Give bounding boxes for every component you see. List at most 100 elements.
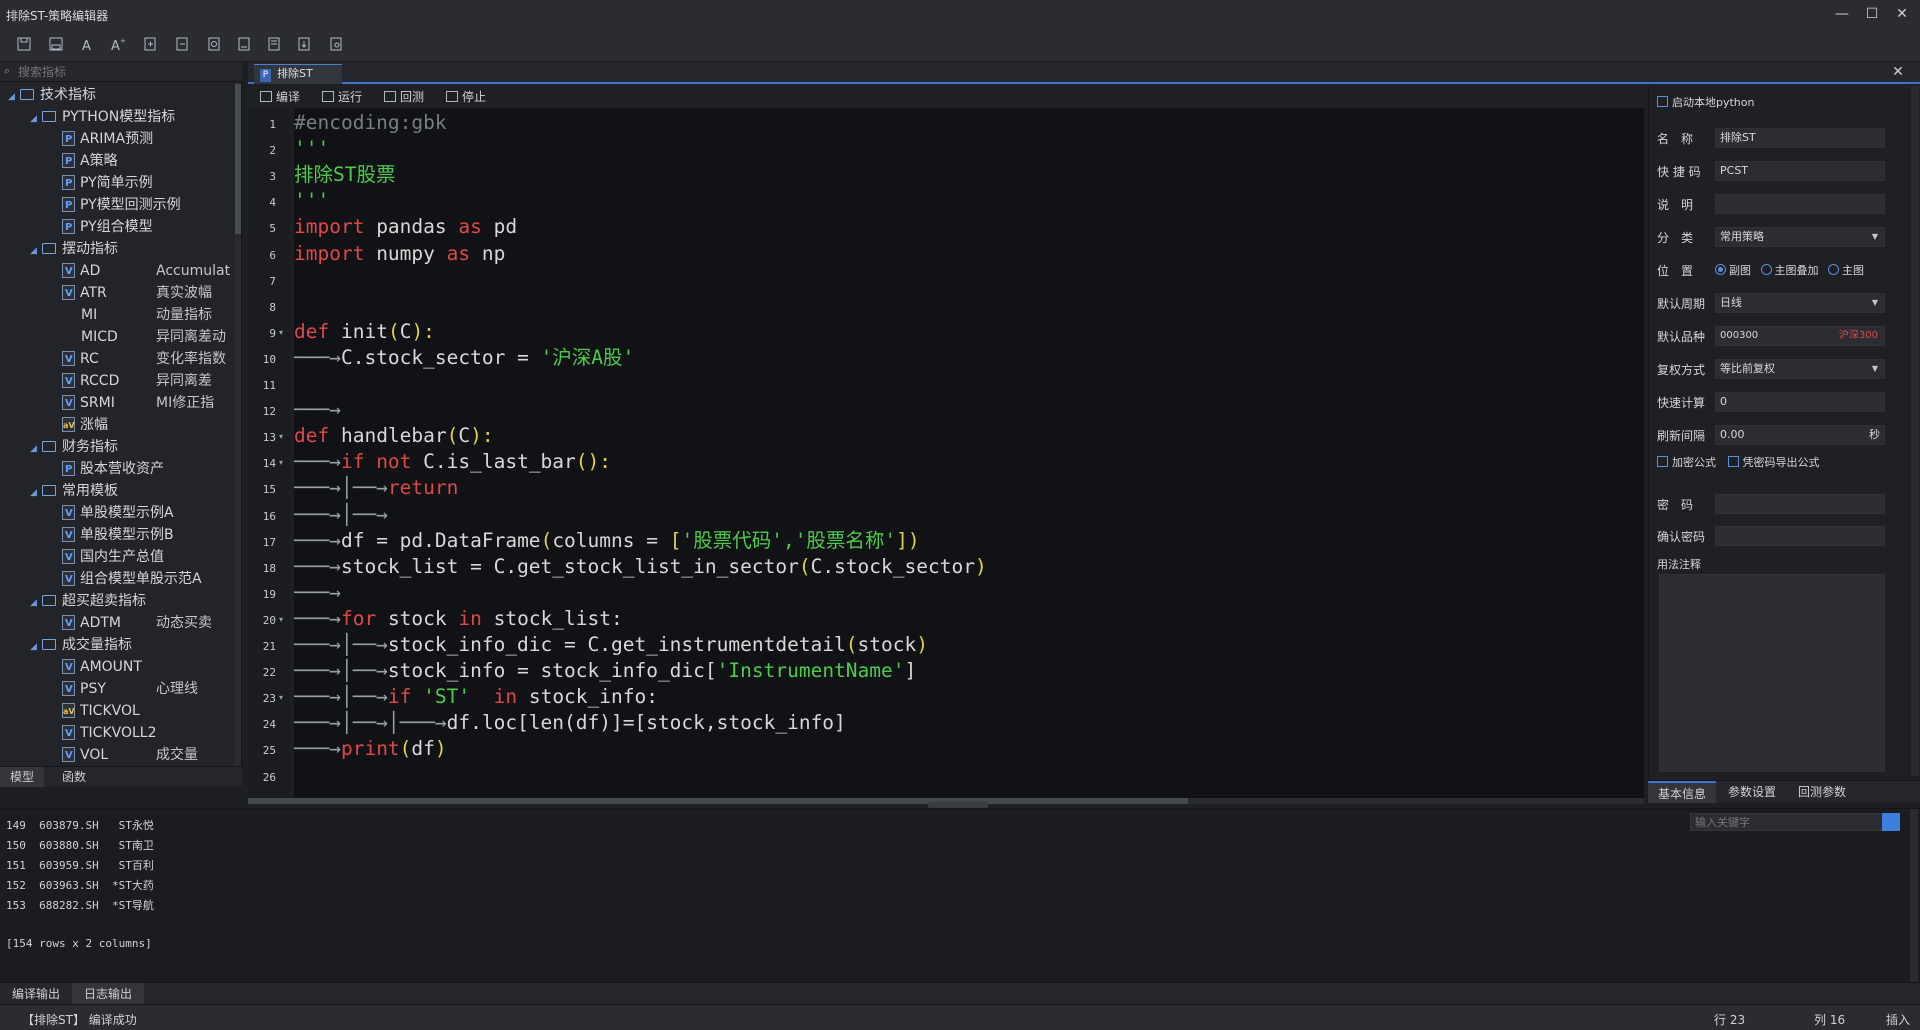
tree-item[interactable]: P PY组合模型: [62, 216, 153, 238]
name-field[interactable]: 排除ST: [1715, 128, 1885, 148]
save-icon[interactable]: [14, 36, 34, 54]
encrypt-checkbox[interactable]: [1657, 456, 1668, 467]
code-line[interactable]: ───→df = pd.DataFrame(columns = ['股票代码',…: [294, 528, 920, 554]
tree-folder[interactable]: ◢ 超买超卖指标: [30, 590, 146, 612]
tree-item[interactable]: MICD: [62, 326, 118, 348]
password-field[interactable]: [1715, 494, 1885, 514]
code-line[interactable]: ───→: [294, 580, 341, 606]
adjust-select[interactable]: 等比前复权 ▼: [1715, 359, 1885, 379]
fastcalc-field[interactable]: 0: [1715, 392, 1885, 412]
tree-item[interactable]: MI: [62, 304, 97, 326]
code-line[interactable]: import numpy as np: [294, 241, 505, 267]
tab-compile-output[interactable]: 编译输出: [0, 983, 72, 1005]
paste-icon[interactable]: [264, 36, 284, 54]
tree-folder[interactable]: ◢ 财务指标: [30, 436, 118, 458]
shortcut-field[interactable]: PCST: [1715, 161, 1885, 181]
code-line[interactable]: 排除ST股票: [294, 162, 395, 188]
fold-toggle-icon[interactable]: ▾: [279, 458, 283, 467]
expand-arrow-icon[interactable]: ◢: [30, 240, 42, 262]
tab-basic-info[interactable]: 基本信息: [1648, 781, 1717, 803]
radio-sub[interactable]: [1715, 264, 1726, 275]
code-line[interactable]: ''': [294, 188, 329, 214]
tree-item[interactable]: V VOL: [62, 744, 108, 766]
code-line[interactable]: ───→│──→return: [294, 475, 458, 501]
minimize-button[interactable]: —: [1828, 3, 1856, 25]
tree-item[interactable]: V TICKVOLL2: [62, 722, 157, 744]
code-line[interactable]: ───→if not C.is_last_bar():: [294, 449, 611, 475]
tree-item[interactable]: V 国内生产总值: [62, 546, 164, 568]
code-line[interactable]: ───→: [294, 397, 341, 423]
tree-item[interactable]: V AD: [62, 260, 100, 282]
code-line[interactable]: ───→│──→│───→df.loc[len(df)]=[stock,stoc…: [294, 710, 846, 736]
code-line[interactable]: ───→│──→stock_info_dic = C.get_instrumen…: [294, 632, 928, 658]
output-search-input[interactable]: [1690, 813, 1886, 831]
code-line[interactable]: ───→print(df): [294, 736, 447, 762]
import-icon[interactable]: [140, 36, 160, 54]
copy-icon[interactable]: [234, 36, 254, 54]
expand-arrow-icon[interactable]: ◢: [30, 108, 42, 130]
compile-button[interactable]: 编译: [260, 88, 300, 106]
tree-item[interactable]: V SRMI: [62, 392, 115, 414]
code-line[interactable]: def init(C):: [294, 319, 435, 345]
expand-arrow-icon[interactable]: ◢: [30, 636, 42, 658]
tree-scrollbar-thumb[interactable]: [235, 84, 241, 234]
fold-toggle-icon[interactable]: ▾: [279, 615, 283, 624]
code-line[interactable]: ───→│──→if 'ST' in stock_info:: [294, 684, 658, 710]
tree-item[interactable]: V 单股模型示例A: [62, 502, 174, 524]
tree-item[interactable]: P PY模型回测示例: [62, 194, 181, 216]
tree-item[interactable]: V RCCD: [62, 370, 119, 392]
tab-log-output[interactable]: 日志输出: [72, 983, 145, 1005]
tree-item[interactable]: V RC: [62, 348, 99, 370]
run-button[interactable]: 运行: [322, 88, 362, 106]
tree-item[interactable]: P PY简单示例: [62, 172, 153, 194]
tree-item[interactable]: V PSY: [62, 678, 106, 700]
fold-toggle-icon[interactable]: ▾: [279, 432, 283, 441]
fold-toggle-icon[interactable]: ▾: [279, 693, 283, 702]
download-icon[interactable]: [294, 36, 314, 54]
tree-item[interactable]: V 组合模型单股示范A: [62, 568, 202, 590]
search-icon[interactable]: [1882, 813, 1900, 831]
tree-folder[interactable]: ◢ 常用模板: [30, 480, 118, 502]
expand-arrow-icon[interactable]: ◢: [30, 482, 42, 504]
tree-item[interactable]: V AMOUNT: [62, 656, 142, 678]
code-line[interactable]: ───→│──→: [294, 502, 388, 528]
tree-item[interactable]: V ATR: [62, 282, 107, 304]
save-all-icon[interactable]: [46, 36, 66, 54]
editor-tab[interactable]: P 排除ST: [254, 64, 342, 84]
tab-functions[interactable]: 函数: [52, 767, 96, 787]
code-line[interactable]: ───→for stock in stock_list:: [294, 606, 623, 632]
stop-button[interactable]: 停止: [446, 88, 486, 106]
radio-overlay[interactable]: [1760, 264, 1772, 275]
maximize-button[interactable]: ☐: [1858, 3, 1886, 25]
tab-params[interactable]: 参数设置: [1718, 781, 1786, 803]
tab-backtest-params[interactable]: 回测参数: [1788, 781, 1856, 803]
tree-item[interactable]: V ADTM: [62, 612, 121, 634]
tree-folder[interactable]: ◢ 摆动指标: [30, 238, 118, 260]
description-field[interactable]: [1715, 194, 1885, 214]
code-line[interactable]: ''': [294, 136, 329, 162]
code-horizontal-scrollbar-thumb[interactable]: [248, 798, 1188, 804]
close-button[interactable]: ✕: [1888, 3, 1916, 25]
local-python-check[interactable]: [1657, 96, 1668, 107]
code-line[interactable]: def handlebar(C):: [294, 423, 494, 449]
tree-folder[interactable]: ◢ PYTHON模型指标: [30, 106, 175, 128]
tree-item[interactable]: V 单股模型示例B: [62, 524, 174, 546]
code-line[interactable]: ───→C.stock_sector = '沪深A股': [294, 345, 634, 371]
find-icon[interactable]: [204, 36, 224, 54]
fold-toggle-icon[interactable]: ▾: [279, 328, 283, 337]
tree-folder[interactable]: ◢ 技术指标: [8, 84, 96, 106]
tree-item[interactable]: P ARIMA预测: [62, 128, 153, 150]
indicator-search-input[interactable]: [18, 64, 228, 80]
radio-main[interactable]: [1828, 264, 1839, 275]
tree-folder[interactable]: ◢ 成交量指标: [30, 634, 132, 656]
close-editor-icon[interactable]: ✕: [1888, 64, 1908, 82]
export-icon[interactable]: [172, 36, 192, 54]
confirm-password-field[interactable]: [1715, 526, 1885, 546]
output-scrollbar[interactable]: [1910, 809, 1918, 983]
code-line[interactable]: import pandas as pd: [294, 214, 517, 240]
backtest-button[interactable]: 回测: [384, 88, 424, 106]
code-line[interactable]: ───→stock_list = C.get_stock_list_in_sec…: [294, 554, 987, 580]
properties-scrollbar[interactable]: [1911, 86, 1919, 776]
export-password-checkbox[interactable]: [1727, 456, 1739, 467]
category-select[interactable]: 常用策略 ▼: [1715, 227, 1885, 247]
